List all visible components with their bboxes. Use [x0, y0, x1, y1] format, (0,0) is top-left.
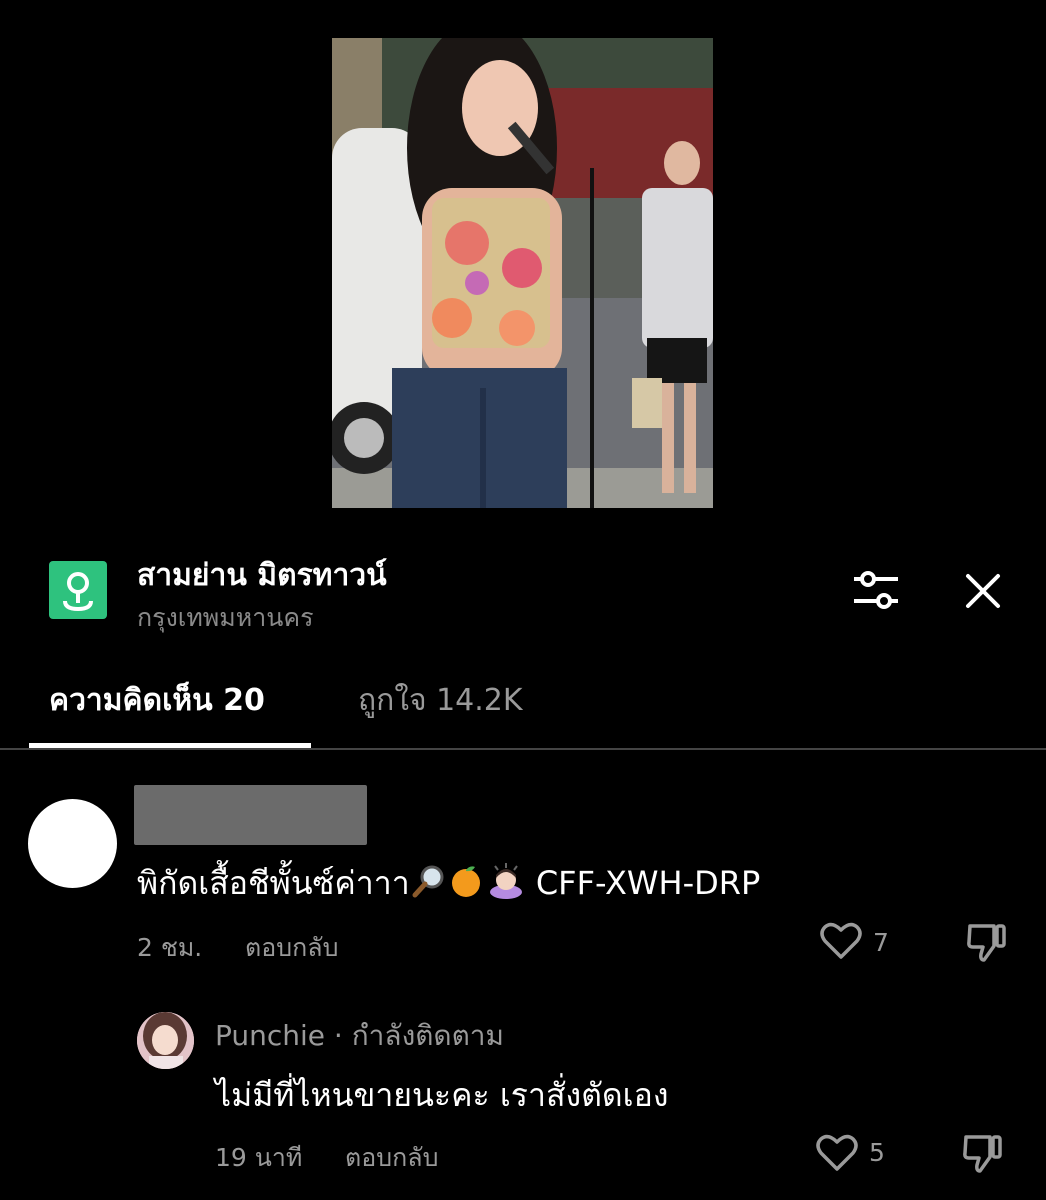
dislike-button[interactable]	[966, 920, 1008, 964]
map-pin-icon	[63, 572, 93, 612]
like-count: 7	[873, 928, 889, 957]
tab-likes[interactable]: ถูกใจ 14.2K	[358, 677, 523, 724]
heart-outline-icon	[816, 1134, 858, 1171]
comment-body: พิกัดเสื้อชีพั้นซ์ค่าาา	[137, 864, 410, 902]
like-button[interactable]	[816, 1134, 858, 1172]
orange-emoji-icon	[448, 863, 484, 907]
heart-outline-icon	[820, 922, 862, 959]
sliders-icon	[854, 571, 898, 609]
reply-author[interactable]: Punchie · กำลังติดตาม	[215, 1014, 504, 1058]
reply-time: 19 นาที	[215, 1143, 303, 1172]
tab-divider	[0, 748, 1046, 750]
filter-button[interactable]	[852, 569, 900, 611]
magnifier-emoji-icon	[412, 864, 446, 906]
bowing-person-emoji-icon	[486, 863, 526, 907]
comment-text: พิกัดเสื้อชีพั้นซ์ค่าาา CFF-XWH-DRP	[137, 858, 760, 909]
thumbnail-image	[332, 38, 713, 508]
thumbs-down-icon	[963, 1135, 1002, 1173]
location-badge[interactable]	[49, 561, 107, 619]
tab-comments[interactable]: ความคิดเห็น 20	[49, 677, 265, 724]
location-subtitle: กรุงเทพมหานคร	[137, 603, 314, 632]
like-button[interactable]	[820, 922, 862, 960]
close-button[interactable]	[962, 570, 1004, 612]
thumbs-down-icon	[967, 924, 1006, 962]
like-count: 5	[869, 1138, 885, 1167]
reply-button[interactable]: ตอบกลับ	[345, 1138, 438, 1178]
avatar[interactable]	[28, 799, 117, 888]
avatar[interactable]	[137, 1012, 194, 1069]
reply-text: ไม่มีที่ไหนขายนะคะ เราสั่งตัดเอง	[215, 1076, 669, 1114]
video-thumbnail[interactable]	[332, 38, 713, 508]
product-code: CFF-XWH-DRP	[535, 864, 761, 902]
redacted-username	[134, 785, 367, 845]
profile-photo	[137, 1012, 194, 1069]
comment-time: 2 ชม.	[137, 933, 203, 962]
reply-button[interactable]: ตอบกลับ	[245, 928, 338, 968]
close-icon	[966, 574, 1000, 608]
dislike-button[interactable]	[962, 1131, 1004, 1175]
location-title[interactable]: สามย่าน มิตรทาวน์	[137, 552, 387, 599]
